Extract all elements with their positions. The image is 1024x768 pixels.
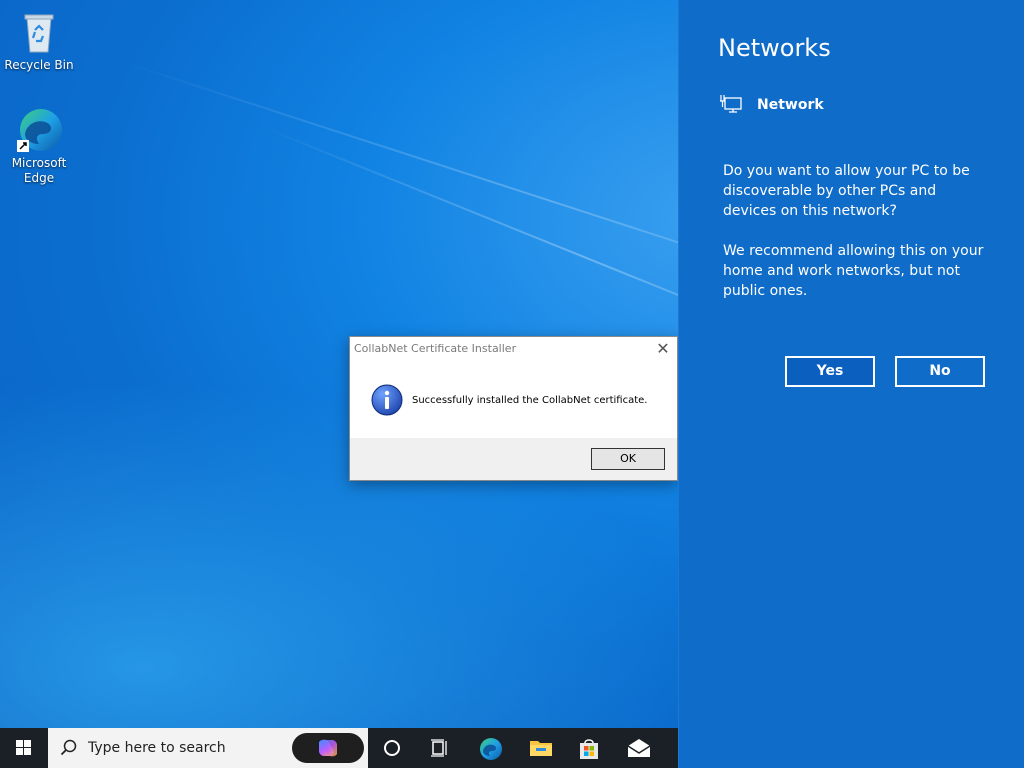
edge-icon (480, 738, 502, 760)
recycle-bin-icon (15, 8, 63, 56)
desktop-icon-microsoft-edge[interactable]: Microsoft Edge (2, 106, 76, 186)
start-icon (16, 740, 31, 755)
taskbar: Type here to search (0, 728, 678, 768)
copilot-button[interactable] (292, 733, 364, 763)
task-view-icon (431, 739, 447, 757)
close-icon: ✕ (656, 339, 670, 358)
cortana-icon (384, 740, 400, 756)
discoverability-recommendation: We recommend allowing this on your home … (723, 243, 984, 299)
network-name: Network (757, 97, 824, 113)
store-icon (580, 739, 598, 759)
file-explorer-icon (530, 741, 552, 756)
certificate-installer-dialog: CollabNet Certificate Installer ✕ Succes… (349, 336, 678, 481)
edge-icon (15, 106, 63, 154)
taskbar-microsoft-store[interactable] (564, 728, 612, 768)
discoverability-question: Do you want to allow your PC to be disco… (723, 163, 970, 219)
ethernet-network-icon (719, 93, 743, 117)
mail-icon (627, 739, 651, 757)
taskbar-edge[interactable] (466, 728, 514, 768)
taskbar-search-box[interactable]: Type here to search (48, 728, 368, 768)
ok-button[interactable]: OK (591, 448, 665, 470)
networks-flyout: Networks Network Do you want to allow yo… (678, 0, 1024, 768)
yes-button[interactable]: Yes (785, 356, 875, 387)
dialog-body: Successfully installed the CollabNet cer… (350, 365, 677, 439)
taskbar-file-explorer[interactable] (516, 728, 564, 768)
desktop-icon-recycle-bin[interactable]: Recycle Bin (2, 8, 76, 73)
dialog-footer: OK (350, 438, 677, 480)
info-icon (371, 384, 403, 416)
dialog-close-button[interactable]: ✕ (654, 340, 672, 358)
dialog-message: Successfully installed the CollabNet cer… (412, 395, 648, 406)
search-icon (60, 739, 78, 757)
taskbar-task-view[interactable] (416, 728, 464, 768)
no-button[interactable]: No (895, 356, 985, 387)
copilot-icon (319, 739, 337, 757)
taskbar-mail[interactable] (614, 728, 662, 768)
start-button[interactable] (0, 728, 48, 768)
flyout-title: Networks (718, 34, 831, 62)
taskbar-cortana[interactable] (368, 728, 416, 768)
desktop-icon-label: Microsoft Edge (11, 156, 67, 185)
dialog-title: CollabNet Certificate Installer (354, 342, 517, 355)
desktop-icon-label: Recycle Bin (4, 58, 74, 72)
search-placeholder: Type here to search (88, 740, 226, 756)
